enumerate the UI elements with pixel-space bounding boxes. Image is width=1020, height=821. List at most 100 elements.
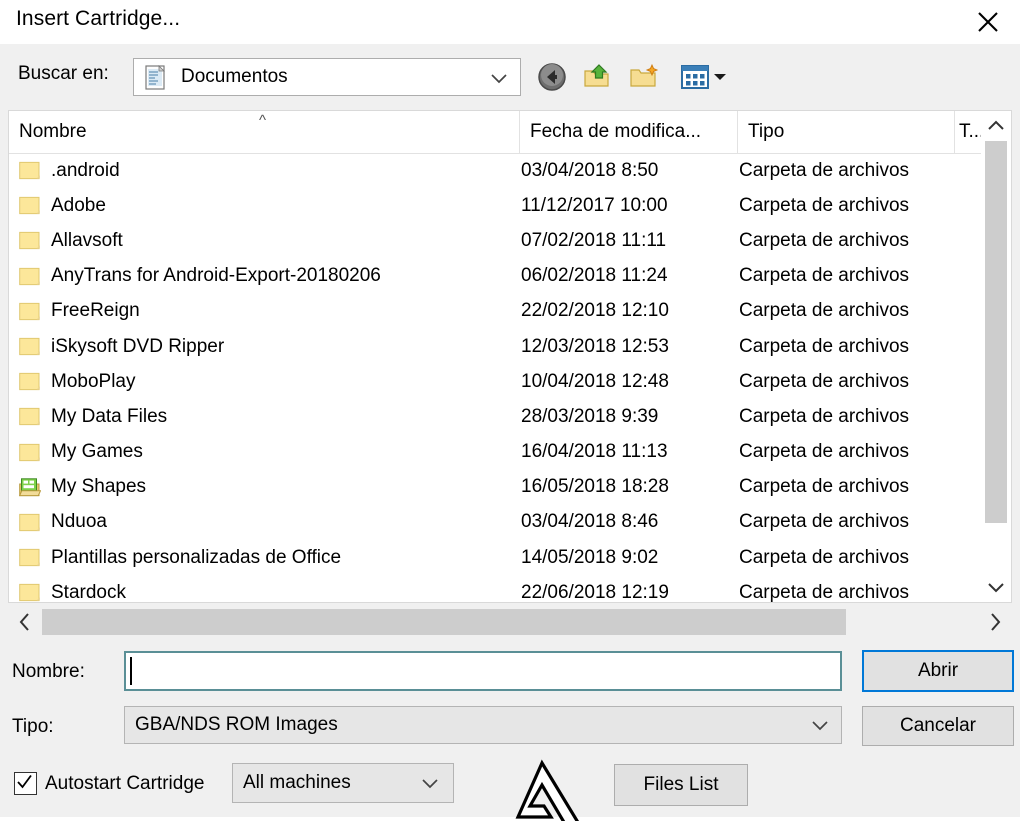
- file-date-cell: 22/02/2018 12:10: [521, 300, 669, 322]
- file-name-cell: .android: [19, 153, 511, 188]
- file-date-cell: 03/04/2018 8:50: [521, 159, 659, 181]
- up-one-level-button[interactable]: [582, 61, 614, 93]
- chevron-up-icon: [988, 120, 1004, 130]
- machine-combobox[interactable]: All machines: [232, 763, 454, 803]
- table-row[interactable]: Adobe 11/12/2017 10:00 Carpeta de archivos: [9, 188, 1011, 223]
- back-button[interactable]: [536, 61, 568, 93]
- file-name-text: Stardock: [51, 581, 126, 603]
- file-rows: .android 03/04/2018 8:50 Carpeta de archiv…: [9, 153, 1011, 603]
- checkbox-box: [14, 772, 37, 795]
- file-type-combobox[interactable]: GBA/NDS ROM Images: [124, 706, 842, 744]
- table-row[interactable]: Stardock 22/06/2018 12:19 Carpeta de archi…: [9, 575, 1011, 603]
- chevron-down-icon: [491, 74, 507, 84]
- vertical-scrollbar[interactable]: [981, 111, 1011, 602]
- options-row: Autostart Cartridge All machines Files L…: [0, 758, 1020, 821]
- scroll-down-button[interactable]: [981, 572, 1011, 602]
- file-name-cell: Allavsoft: [19, 223, 511, 258]
- file-type-cell: Carpeta de archivos: [739, 159, 910, 181]
- cancel-button[interactable]: Cancelar: [862, 706, 1014, 746]
- file-name-cell: Plantillas personalizadas de Office: [19, 540, 511, 575]
- scroll-left-button[interactable]: [8, 605, 42, 639]
- look-in-combobox[interactable]: Documentos: [133, 58, 521, 96]
- table-row[interactable]: .android 03/04/2018 8:50 Carpeta de archiv…: [9, 153, 1011, 188]
- file-name-text: My Shapes: [51, 476, 147, 498]
- column-header-name[interactable]: Nombre ^: [9, 111, 519, 153]
- file-name-text: .android: [51, 159, 120, 181]
- file-type-cell: Carpeta de archivos: [739, 476, 910, 498]
- file-type-cell: Carpeta de archivos: [739, 581, 910, 603]
- folder-icon: [19, 584, 40, 602]
- file-type-cell: Carpeta de archivos: [739, 370, 910, 392]
- table-row[interactable]: MoboPlay 10/04/2018 12:48 Carpeta de archi…: [9, 364, 1011, 399]
- file-name-text: Allavsoft: [51, 229, 123, 251]
- machine-value: All machines: [243, 772, 351, 793]
- file-date-cell: 03/04/2018 8:46: [521, 511, 659, 533]
- table-row[interactable]: My Games 16/04/2018 11:13 Carpeta de archi…: [9, 435, 1011, 470]
- table-row[interactable]: FreeReign 22/02/2018 12:10 Carpeta de arch…: [9, 294, 1011, 329]
- table-row[interactable]: iSkysoft DVD Ripper 12/03/2018 12:53 Carpe…: [9, 329, 1011, 364]
- horizontal-scrollbar[interactable]: [8, 605, 1012, 639]
- folder-icon: [19, 302, 40, 320]
- scroll-right-button[interactable]: [978, 605, 1012, 639]
- file-type-cell: Carpeta de archivos: [739, 441, 910, 463]
- file-type-cell: Carpeta de archivos: [739, 300, 910, 322]
- column-header-row: Nombre ^ Fecha de modifica... Tipo T...: [9, 111, 1011, 154]
- file-date-cell: 16/04/2018 11:13: [521, 441, 668, 463]
- file-name-cell: Stardock: [19, 575, 511, 603]
- folder-icon: [19, 337, 40, 356]
- table-row[interactable]: AnyTrans for Android-Export-20180206 06/0…: [9, 259, 1011, 294]
- table-row[interactable]: My Data Files 28/03/2018 9:39 Carpeta de a…: [9, 399, 1011, 434]
- column-header-date[interactable]: Fecha de modifica...: [519, 111, 737, 153]
- file-name-cell: MoboPlay: [19, 364, 511, 399]
- chevron-down-icon: [988, 583, 1004, 593]
- autostart-cartridge-checkbox[interactable]: Autostart Cartridge: [14, 772, 204, 795]
- file-name-row: Nombre: Abrir: [0, 648, 1020, 698]
- column-header-size[interactable]: T...: [954, 111, 983, 153]
- file-type-value: GBA/NDS ROM Images: [135, 714, 338, 735]
- file-name-cell: My Shapes: [19, 470, 511, 505]
- vertical-scroll-thumb[interactable]: [985, 141, 1007, 523]
- file-name-cell: My Data Files: [19, 399, 511, 434]
- file-date-cell: 11/12/2017 10:00: [521, 194, 668, 216]
- file-type-cell: Carpeta de archivos: [739, 405, 910, 427]
- up-one-level-folder-icon: [584, 64, 609, 87]
- file-name-cell: FreeReign: [19, 294, 511, 329]
- chevron-right-icon: [991, 613, 1001, 631]
- table-row[interactable]: Nduoa 03/04/2018 8:46 Carpeta de archivos: [9, 505, 1011, 540]
- file-name-cell: Nduoa: [19, 505, 511, 540]
- file-name-label: Nombre:: [12, 661, 85, 682]
- close-button[interactable]: [956, 0, 1020, 44]
- file-date-cell: 07/02/2018 11:11: [521, 229, 667, 251]
- table-row[interactable]: Allavsoft 07/02/2018 11:11 Carpeta de arch…: [9, 223, 1011, 258]
- horizontal-scroll-thumb[interactable]: [42, 609, 846, 635]
- file-name-text: FreeReign: [51, 300, 140, 322]
- chevron-left-icon: [19, 613, 29, 631]
- title-bar: Insert Cartridge...: [0, 0, 1020, 44]
- file-type-cell: Carpeta de archivos: [739, 546, 910, 568]
- folder-icon: [19, 373, 40, 391]
- file-name-cell: Adobe: [19, 188, 511, 223]
- table-row[interactable]: My Shapes 16/05/2018 18:28 Carpeta de arch…: [9, 470, 1011, 505]
- file-name-text: Plantillas personalizadas de Office: [51, 546, 342, 568]
- chevron-down-icon: [714, 74, 726, 80]
- views-button[interactable]: [680, 63, 727, 91]
- triangle-logo-icon: [515, 759, 580, 821]
- file-name-input[interactable]: [124, 651, 842, 691]
- close-icon: [978, 12, 998, 32]
- file-type-cell: Carpeta de archivos: [739, 335, 910, 357]
- look-in-label: Buscar en:: [18, 63, 109, 84]
- files-list-button[interactable]: Files List: [614, 764, 748, 806]
- file-type-label: Tipo:: [12, 716, 54, 737]
- file-name-text: MoboPlay: [51, 370, 136, 392]
- scroll-up-button[interactable]: [981, 111, 1011, 141]
- table-row[interactable]: Plantillas personalizadas de Office 14/05…: [9, 540, 1011, 575]
- chevron-down-icon: [422, 779, 438, 789]
- open-button[interactable]: Abrir: [862, 650, 1014, 692]
- folder-icon: [19, 549, 40, 567]
- new-folder-button[interactable]: [628, 61, 660, 93]
- chevron-down-icon: [812, 721, 828, 731]
- column-header-type[interactable]: Tipo: [737, 111, 954, 153]
- file-date-cell: 06/02/2018 11:24: [521, 265, 668, 287]
- file-type-row: Tipo: GBA/NDS ROM Images Cancelar: [0, 702, 1020, 752]
- file-name-cell: iSkysoft DVD Ripper: [19, 329, 511, 364]
